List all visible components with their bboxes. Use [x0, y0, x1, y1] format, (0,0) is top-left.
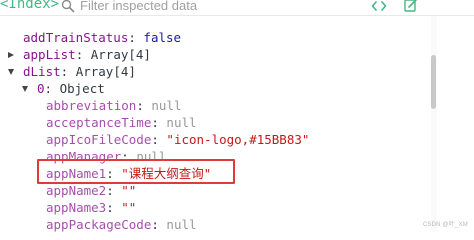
tree-row: appIcoFileCode: "icon-logo,#15BB83": [46, 132, 310, 147]
toolbar-divider: [0, 15, 474, 16]
highlight-annotation-box: [37, 159, 235, 184]
tree-row[interactable]: dList: Array[4]: [8, 63, 136, 80]
property-key: appName3: [46, 200, 107, 215]
tree-row: appName3: "": [46, 200, 137, 215]
property-key: appIcoFileCode: [46, 132, 152, 147]
property-key: acceptanceTime: [46, 115, 152, 130]
watermark: CSDN @叶_XM: [422, 222, 468, 228]
property-key: abbreviation: [46, 98, 137, 113]
tree-row: appName2: "": [46, 183, 137, 198]
tree-row: addTrainStatus: false: [23, 30, 182, 45]
property-value: null: [151, 98, 182, 113]
code-icon[interactable]: [371, 0, 387, 13]
property-key: appPackageCode: [46, 217, 152, 232]
collapse-arrow-icon[interactable]: [22, 86, 28, 92]
property-value: Object: [59, 81, 105, 96]
inspector-toolbar: <Index>: [0, 0, 474, 16]
expand-arrow-icon[interactable]: [8, 52, 14, 58]
property-value: Array[4]: [90, 47, 151, 62]
tree-row: appPackageCode: null: [46, 217, 197, 232]
property-value: "": [121, 200, 137, 215]
property-value: "": [121, 183, 137, 198]
filter-inspected-data-input[interactable]: [80, 0, 340, 13]
property-key: 0: [37, 81, 45, 96]
tree-row: abbreviation: null: [46, 98, 182, 113]
collapse-arrow-icon[interactable]: [8, 69, 14, 75]
scrollbar-thumb[interactable]: [431, 55, 436, 109]
component-name: <Index>: [0, 0, 60, 12]
tree-row[interactable]: 0: Object: [22, 80, 105, 97]
scrollbar-track[interactable]: [431, 16, 437, 232]
property-key: appName2: [46, 183, 107, 198]
property-value: "icon-logo,#15BB83": [166, 132, 310, 147]
property-value: false: [143, 30, 182, 45]
property-key: addTrainStatus: [23, 30, 129, 45]
property-value: null: [166, 217, 197, 232]
property-key: dList: [23, 64, 61, 79]
tree-row[interactable]: appList: Array[4]: [8, 46, 151, 63]
property-value: null: [166, 115, 197, 130]
tree-row: acceptanceTime: null: [46, 115, 197, 130]
property-value: Array[4]: [75, 64, 136, 79]
edit-icon[interactable]: [404, 0, 418, 12]
search-icon: [61, 0, 75, 13]
property-key: appList: [23, 47, 76, 62]
